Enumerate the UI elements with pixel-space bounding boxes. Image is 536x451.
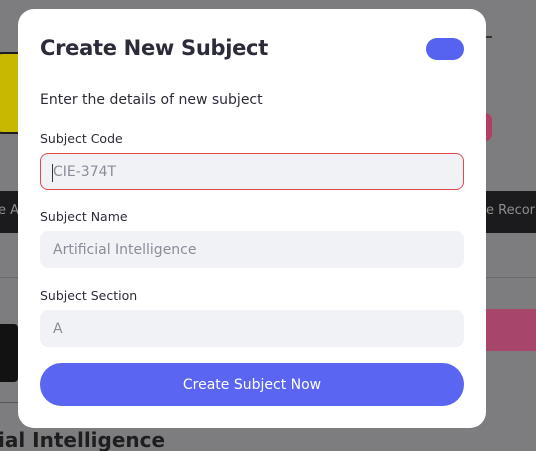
subject-section-label: Subject Section — [40, 288, 138, 303]
subject-code-input[interactable] — [40, 153, 464, 190]
toggle-switch[interactable] — [426, 38, 464, 60]
background-divider — [0, 402, 20, 403]
subject-code-label: Subject Code — [40, 131, 123, 146]
background-toolbar-left-text: e A — [0, 203, 20, 218]
background-divider — [486, 36, 492, 38]
background-button — [484, 309, 536, 351]
background-heading: ial Intelligence — [0, 428, 166, 451]
modal-title: Create New Subject — [40, 36, 268, 60]
subject-name-label: Subject Name — [40, 209, 128, 224]
background-graphic — [0, 324, 18, 382]
text-caret — [52, 164, 53, 182]
create-subject-modal: Create New Subject Enter the details of … — [18, 9, 486, 428]
subject-name-input[interactable] — [40, 231, 464, 268]
modal-subtitle: Enter the details of new subject — [40, 92, 263, 108]
subject-section-input[interactable] — [40, 310, 464, 347]
create-subject-button[interactable]: Create Subject Now — [40, 363, 464, 406]
background-toolbar-right-text: e Recor — [486, 203, 536, 218]
